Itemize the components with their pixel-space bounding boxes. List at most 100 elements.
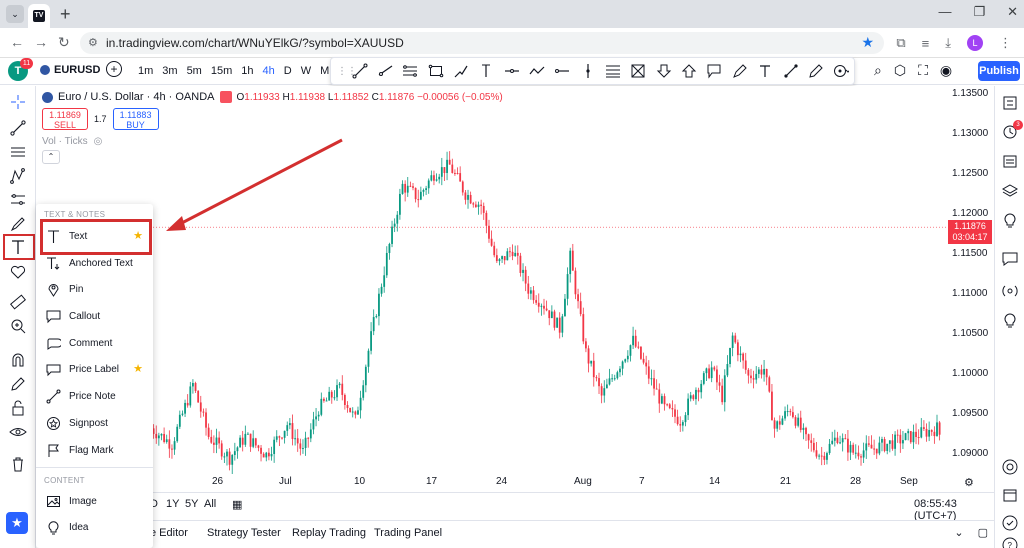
parallel-channel-icon[interactable] <box>398 60 423 82</box>
legend-title[interactable]: Euro / U.S. Dollar · 4h · OANDA <box>58 91 215 103</box>
watchlist-icon[interactable] <box>1001 94 1019 112</box>
pitchfork-icon[interactable] <box>626 60 651 82</box>
pen-icon[interactable] <box>803 60 828 82</box>
broadcast-icon[interactable] <box>1001 282 1019 300</box>
zoom-in-icon[interactable] <box>8 316 28 336</box>
help-icon[interactable]: ? <box>1001 536 1019 548</box>
profile-avatar[interactable]: L <box>967 35 983 51</box>
search-icon[interactable]: ⌕ <box>874 62 882 79</box>
active-browser-tab[interactable]: TV <box>28 4 50 28</box>
time-axis-settings-icon[interactable]: ⚙ <box>964 476 974 489</box>
favorites-star-icon[interactable]: ★ <box>6 512 28 534</box>
address-bar[interactable]: ⚙ in.tradingview.com/chart/WNuYElkG/?sym… <box>80 32 884 54</box>
candlestick-chart[interactable] <box>36 86 948 476</box>
cross-line-icon[interactable] <box>575 60 600 82</box>
menu-item-image[interactable]: Image <box>36 489 153 513</box>
volume-indicator-legend[interactable]: Vol · Ticks ◎ <box>42 136 102 147</box>
tab-strategy-tester[interactable]: Strategy Tester <box>207 527 281 539</box>
chart-pane[interactable]: Euro / U.S. Dollar · 4h · OANDA O1.11933… <box>36 86 948 490</box>
calendar-icon[interactable] <box>1001 486 1019 504</box>
interval-5m[interactable]: 5m <box>187 65 202 77</box>
range-all[interactable]: All <box>204 498 216 510</box>
extensions-icon[interactable]: ⧉ <box>896 35 905 51</box>
vertical-line-icon[interactable] <box>474 60 499 82</box>
compare-symbol-button[interactable]: + <box>106 61 122 77</box>
menu-item-flag-mark[interactable]: Flag Mark <box>36 438 153 462</box>
menu-item-callout[interactable]: Callout <box>36 304 153 328</box>
text-tool-icon[interactable] <box>753 60 778 82</box>
fib-icon[interactable] <box>8 142 28 162</box>
interval-15m[interactable]: 15m <box>211 65 232 77</box>
market-status-icon[interactable] <box>219 91 232 103</box>
collapse-legend-button[interactable]: ⌃ <box>42 150 60 164</box>
range-5y[interactable]: 5Y <box>185 498 198 510</box>
camera-icon[interactable]: ◉ <box>940 62 952 79</box>
browser-menu-icon[interactable]: ⋮ <box>999 35 1012 51</box>
heart-icon[interactable] <box>8 262 28 282</box>
interval-3m[interactable]: 3m <box>162 65 177 77</box>
brush-line-icon[interactable] <box>448 60 473 82</box>
ruler-icon[interactable] <box>8 292 28 312</box>
settings-hex-icon[interactable]: ⬡ <box>894 62 906 79</box>
highlighter-icon[interactable] <box>727 60 752 82</box>
reload-button[interactable]: ↻ <box>58 34 70 51</box>
menu-item-price-note[interactable]: Price Note <box>36 384 153 408</box>
interval-M[interactable]: M <box>320 65 329 77</box>
minimize-button[interactable]: — <box>938 4 951 20</box>
timezone-clock[interactable]: 08:55:43 (UTC+7) <box>914 498 994 522</box>
buy-button[interactable]: 1.11883 BUY <box>112 108 159 130</box>
restore-button[interactable]: ❐ <box>973 4 985 20</box>
favorite-star-icon[interactable]: ★ <box>133 362 143 375</box>
horizontal-ray-icon[interactable] <box>550 60 575 82</box>
interval-D[interactable]: D <box>284 65 292 77</box>
trend-line-icon[interactable] <box>347 60 372 82</box>
arrow-up-icon[interactable] <box>676 60 701 82</box>
menu-item-idea[interactable]: Idea <box>36 515 153 539</box>
menu-item-comment[interactable]: Comment <box>36 331 153 355</box>
lock-icon[interactable] <box>8 398 28 418</box>
maximize-panel-icon[interactable]: ▢ <box>978 526 988 539</box>
callout-icon[interactable] <box>702 60 727 82</box>
interval-4h[interactable]: 4h <box>263 65 275 77</box>
time-axis[interactable]: 26 Jul 10 17 24 Aug 7 14 21 28 Sep <box>36 474 948 490</box>
menu-item-price-label[interactable]: Price Label ★ <box>36 357 153 381</box>
eye-icon[interactable] <box>8 422 28 442</box>
sell-button[interactable]: 1.11869 SELL <box>42 108 88 130</box>
back-button[interactable]: ← <box>10 34 24 50</box>
media-icon[interactable]: ≡ <box>922 36 930 51</box>
ray-icon[interactable] <box>372 60 397 82</box>
interval-W[interactable]: W <box>301 65 311 77</box>
magnet-icon[interactable] <box>8 350 28 370</box>
price-axis[interactable]: 1.13500 1.13000 1.12500 1.12000 1.11500 … <box>948 86 994 490</box>
fib-retracement-icon[interactable] <box>600 60 625 82</box>
measure-icon[interactable] <box>778 60 803 82</box>
interval-1m[interactable]: 1m <box>138 65 153 77</box>
eye-icon[interactable]: ◎ <box>94 136 103 147</box>
crosshair-icon[interactable] <box>8 92 28 112</box>
style-settings-icon[interactable] <box>829 60 854 82</box>
forecasting-icon[interactable] <box>8 190 28 210</box>
trend-line-icon[interactable] <box>8 118 28 138</box>
tab-replay-trading[interactable]: Replay Trading <box>292 527 366 539</box>
speedometer-icon[interactable] <box>1001 458 1019 476</box>
fullscreen-icon[interactable]: ⛶ <box>918 62 928 79</box>
brush-icon[interactable] <box>8 214 28 234</box>
horizontal-line-icon[interactable] <box>499 60 524 82</box>
drag-handle-icon[interactable]: ⋮⋮ <box>337 66 357 77</box>
trash-icon[interactable] <box>8 454 28 474</box>
tab-pine-editor[interactable]: e Editor <box>150 527 188 539</box>
chevron-down-icon[interactable]: ⌄ <box>954 526 963 539</box>
calendar-icon[interactable]: ▦ <box>232 498 242 511</box>
interval-1h[interactable]: 1h <box>241 65 253 77</box>
chat-icon[interactable] <box>1001 250 1019 268</box>
menu-item-pin[interactable]: Pin <box>36 277 153 301</box>
download-icon[interactable]: ⤓ <box>945 35 951 51</box>
close-window-button[interactable]: ✕ <box>1007 4 1018 20</box>
url-text[interactable]: in.tradingview.com/chart/WNuYElkG/?symbo… <box>106 36 404 50</box>
range-1y[interactable]: 1Y <box>166 498 179 510</box>
lock-drawings-pen-icon[interactable] <box>8 374 28 394</box>
data-window-icon[interactable] <box>1001 152 1019 170</box>
path-icon[interactable] <box>524 60 549 82</box>
notifications-icon[interactable] <box>1001 514 1019 532</box>
menu-item-signpost[interactable]: Signpost <box>36 411 153 435</box>
